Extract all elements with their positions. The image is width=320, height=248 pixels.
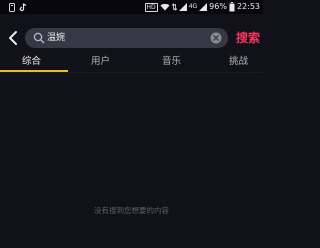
chevron-left-icon[interactable] xyxy=(4,28,22,48)
tabs-divider xyxy=(0,72,263,73)
status-bar-indicators: HD 4G 96% 22:53 xyxy=(144,1,260,13)
search-input[interactable]: 温婉 xyxy=(25,28,228,48)
tab-challenges[interactable]: 挑战 xyxy=(229,52,248,72)
signal-icon-secondary xyxy=(199,3,208,11)
search-icon xyxy=(33,32,45,44)
status-bar-notifications xyxy=(9,1,27,13)
search-query[interactable]: 温婉 xyxy=(47,28,65,48)
empty-state-message: 没有搜到您想要的内容 xyxy=(94,206,169,215)
wifi-icon xyxy=(160,3,170,11)
battery-percent: 96% xyxy=(209,2,227,11)
notification-app-icon xyxy=(9,2,15,12)
battery-icon xyxy=(229,2,235,12)
tab-users[interactable]: 用户 xyxy=(91,52,110,72)
clear-icon[interactable] xyxy=(210,32,222,44)
hd-badge: HD xyxy=(144,2,158,12)
search-button[interactable]: 搜索 xyxy=(236,28,260,48)
network-type-label: 4G xyxy=(188,3,198,10)
data-transfer-icon xyxy=(171,3,177,11)
search-results-screen: HD 4G 96% 22:53 温婉 搜索 综合 用户 音乐 挑战 没有搜到您想… xyxy=(0,0,263,248)
signal-icon xyxy=(178,3,187,11)
clock: 22:53 xyxy=(236,2,260,11)
status-bar: HD 4G 96% 22:53 xyxy=(0,0,263,14)
tab-music[interactable]: 音乐 xyxy=(162,52,181,72)
tab-comprehensive[interactable]: 综合 xyxy=(22,52,41,72)
tiktok-notification-icon xyxy=(19,2,27,11)
